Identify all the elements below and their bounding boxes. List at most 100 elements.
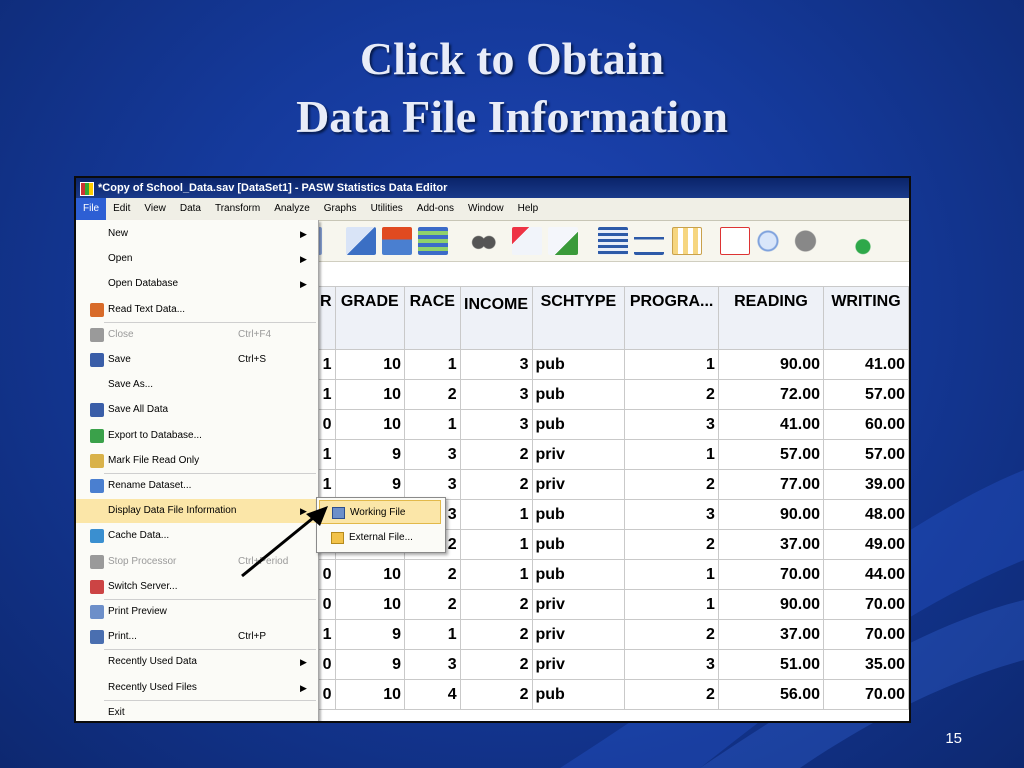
grid-cell[interactable]: pub xyxy=(531,409,626,440)
grid-cell[interactable]: 2 xyxy=(459,679,533,710)
grid-cell[interactable]: priv xyxy=(531,649,626,680)
file-menu-item-recently-used-data[interactable]: Recently Used Data ▶ xyxy=(76,650,318,674)
grid-cell[interactable]: 57.00 xyxy=(823,379,909,410)
column-header-grade[interactable]: GRADE xyxy=(334,286,406,350)
menu-add-ons[interactable]: Add-ons xyxy=(410,198,461,220)
menu-file[interactable]: File xyxy=(76,198,107,220)
grid-cell[interactable]: 1 xyxy=(404,619,461,650)
grid-cell[interactable]: 10 xyxy=(334,679,406,710)
grid-cell[interactable]: 49.00 xyxy=(823,529,909,560)
grid-cell[interactable]: 37.00 xyxy=(717,529,825,560)
select-cases-icon[interactable] xyxy=(672,227,702,255)
grid-cell[interactable]: 9 xyxy=(334,619,406,650)
grid-cell[interactable]: 1 xyxy=(316,379,336,410)
grid-cell[interactable]: 10 xyxy=(334,559,406,590)
grid-cell[interactable]: 9 xyxy=(334,469,406,500)
grid-cell[interactable]: 2 xyxy=(459,619,533,650)
grid-cell[interactable]: 72.00 xyxy=(717,379,825,410)
file-menu-item-read-text-data[interactable]: Read Text Data... xyxy=(76,298,318,322)
grid-cell[interactable]: 10 xyxy=(334,409,406,440)
grid-cell[interactable]: 2 xyxy=(404,589,461,620)
file-menu-item-exit[interactable]: Exit xyxy=(76,701,318,721)
file-menu-item-print[interactable]: Print... Ctrl+P xyxy=(76,625,318,649)
grid-cell[interactable]: 9 xyxy=(334,649,406,680)
grid-cell[interactable]: 3 xyxy=(624,649,719,680)
goto-case-icon[interactable] xyxy=(346,227,376,255)
grid-cell[interactable]: 2 xyxy=(404,559,461,590)
split-file-icon[interactable] xyxy=(598,227,628,255)
grid-cell[interactable]: 2 xyxy=(459,439,533,470)
grid-cell[interactable]: 77.00 xyxy=(717,469,825,500)
grid-cell[interactable]: 10 xyxy=(334,349,406,380)
file-menu-item-rename-dataset[interactable]: Rename Dataset... xyxy=(76,474,318,498)
find-icon[interactable] xyxy=(468,227,498,255)
window-titlebar[interactable]: *Copy of School_Data.sav [DataSet1] - PA… xyxy=(76,178,909,198)
menu-help[interactable]: Help xyxy=(511,198,546,220)
weight-cases-icon[interactable] xyxy=(634,227,664,255)
grid-cell[interactable]: 70.00 xyxy=(823,679,909,710)
grid-cell[interactable]: 60.00 xyxy=(823,409,909,440)
grid-cell[interactable]: 57.00 xyxy=(823,439,909,470)
menu-data[interactable]: Data xyxy=(173,198,208,220)
grid-cell[interactable]: 2 xyxy=(624,379,719,410)
working-file-item[interactable]: Working File xyxy=(319,500,441,524)
file-menu-item-save[interactable]: Save Ctrl+S xyxy=(76,348,318,372)
grid-cell[interactable]: 2 xyxy=(459,649,533,680)
grid-cell[interactable]: 1 xyxy=(316,349,336,380)
grid-cell[interactable]: 0 xyxy=(316,409,336,440)
grid-cell[interactable]: 39.00 xyxy=(823,469,909,500)
grid-cell[interactable]: 2 xyxy=(624,619,719,650)
insert-variable-icon[interactable] xyxy=(548,227,578,255)
grid-cell[interactable]: 1 xyxy=(624,439,719,470)
grid-cell[interactable]: 9 xyxy=(334,439,406,470)
grid-cell[interactable]: pub xyxy=(531,559,626,590)
grid-cell[interactable]: 90.00 xyxy=(717,349,825,380)
value-labels-icon[interactable] xyxy=(720,227,750,255)
file-menu-item-save-as[interactable]: Save As... xyxy=(76,373,318,397)
grid-cell[interactable]: 1 xyxy=(459,529,533,560)
column-header-r[interactable]: R xyxy=(316,286,336,350)
grid-cell[interactable]: 3 xyxy=(624,409,719,440)
menu-window[interactable]: Window xyxy=(461,198,511,220)
grid-cell[interactable]: 3 xyxy=(624,499,719,530)
column-header-reading[interactable]: READING xyxy=(717,286,825,350)
grid-cell[interactable]: 37.00 xyxy=(717,619,825,650)
grid-cell[interactable]: 1 xyxy=(624,349,719,380)
grid-cell[interactable]: 2 xyxy=(624,679,719,710)
grid-cell[interactable]: 1 xyxy=(316,469,336,500)
file-menu-item-save-all-data[interactable]: Save All Data xyxy=(76,398,318,422)
grid-cell[interactable]: 1 xyxy=(404,349,461,380)
external-file-item[interactable]: External File... xyxy=(319,526,441,550)
grid-cell[interactable]: priv xyxy=(531,589,626,620)
menu-analyze[interactable]: Analyze xyxy=(267,198,317,220)
menu-view[interactable]: View xyxy=(137,198,173,220)
grid-cell[interactable]: 1 xyxy=(316,619,336,650)
grid-cell[interactable]: 2 xyxy=(404,379,461,410)
grid-cell[interactable]: 4 xyxy=(404,679,461,710)
goto-variable-icon[interactable] xyxy=(382,227,412,255)
grid-cell[interactable]: pub xyxy=(531,379,626,410)
grid-cell[interactable]: 41.00 xyxy=(823,349,909,380)
menu-edit[interactable]: Edit xyxy=(106,198,137,220)
grid-cell[interactable]: pub xyxy=(531,349,626,380)
grid-cell[interactable]: 1 xyxy=(459,559,533,590)
grid-cell[interactable]: priv xyxy=(531,619,626,650)
file-menu-item-recently-used-files[interactable]: Recently Used Files ▶ xyxy=(76,676,318,700)
column-header-progra[interactable]: PROGRA... xyxy=(624,286,719,350)
column-header-income[interactable]: INCOME xyxy=(459,286,533,350)
grid-cell[interactable]: 0 xyxy=(316,649,336,680)
grid-cell[interactable]: 10 xyxy=(334,379,406,410)
grid-cell[interactable]: pub xyxy=(531,499,626,530)
grid-cell[interactable]: 48.00 xyxy=(823,499,909,530)
file-menu-item-close[interactable]: Close Ctrl+F4 xyxy=(76,323,318,347)
grid-cell[interactable]: 90.00 xyxy=(717,499,825,530)
grid-cell[interactable]: priv xyxy=(531,469,626,500)
file-menu-item-open-database[interactable]: Open Database ▶ xyxy=(76,272,318,296)
grid-cell[interactable]: 3 xyxy=(459,349,533,380)
menu-transform[interactable]: Transform xyxy=(208,198,267,220)
grid-cell[interactable]: 2 xyxy=(459,469,533,500)
grid-cell[interactable]: 51.00 xyxy=(717,649,825,680)
grid-cell[interactable]: 3 xyxy=(459,379,533,410)
insert-cases-icon[interactable] xyxy=(512,227,542,255)
grid-cell[interactable]: 70.00 xyxy=(823,619,909,650)
